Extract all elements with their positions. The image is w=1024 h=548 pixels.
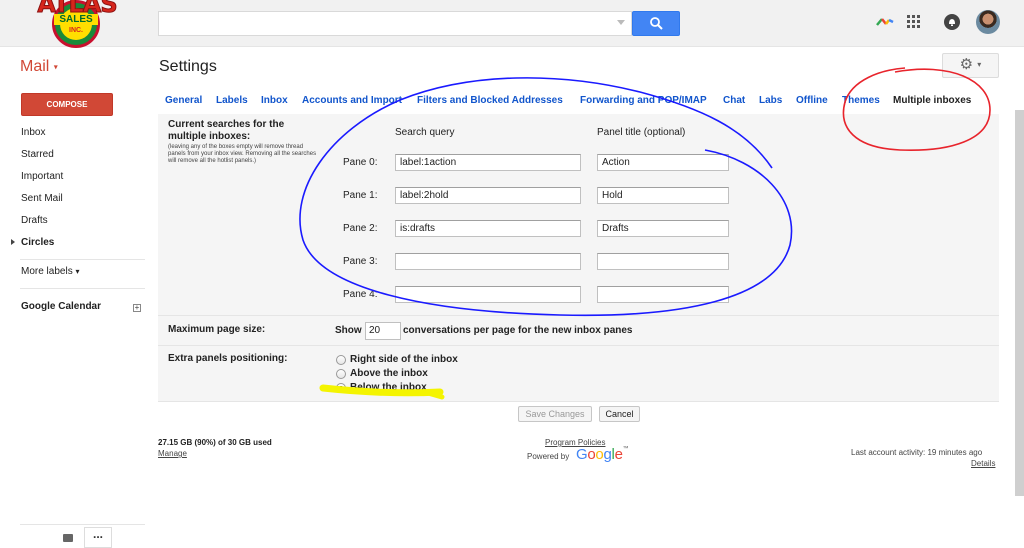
more-labels-toggle[interactable]: More labels ▾ [21,266,80,277]
pane-1-title-input[interactable]: Hold [597,187,729,204]
expand-arrow-icon[interactable] [11,239,15,245]
google-apps-logo-icon[interactable] [876,16,894,26]
pane-label: Pane 1: [343,190,378,201]
tab-chat[interactable]: Chat [723,95,745,106]
column-header-title: Panel title (optional) [597,127,686,138]
storage-usage: 27.15 GB (90%) of 30 GB used [158,438,272,447]
page-size-suffix: conversations per page for the new inbox… [403,325,633,336]
tab-labels[interactable]: Labels [216,95,248,106]
tab-accounts-and-import[interactable]: Accounts and Import [302,95,402,106]
google-logo: Google™ [576,446,629,463]
sidebar-divider [20,524,145,525]
pane-label: Pane 3: [343,256,378,267]
tab-multiple-inboxes[interactable]: Multiple inboxes [893,95,971,106]
chevron-down-icon: ▾ [75,267,80,276]
tab-themes[interactable]: Themes [842,95,880,106]
pane-3-title-input[interactable] [597,253,729,270]
section-title: Current searches for the multiple inboxe… [168,119,285,142]
pane-label: Pane 2: [343,223,378,234]
chat-icon[interactable] [63,534,73,542]
tab-offline[interactable]: Offline [796,95,828,106]
radio-label[interactable]: Above the inbox [350,368,428,379]
gear-icon: ⚙ [959,56,974,73]
search-button[interactable] [632,11,680,36]
chevron-down-icon: ▾ [977,60,982,70]
cancel-button[interactable]: Cancel [599,406,640,422]
column-header-query: Search query [395,127,455,138]
row-divider [158,345,999,346]
page-title: Settings [159,58,217,75]
atlas-sales-logo[interactable]: ATLAS SALES INC. [34,0,120,50]
sidebar-item-drafts[interactable]: Drafts [21,215,48,226]
sidebar-divider [20,288,145,289]
mail-label: Mail [20,58,50,75]
search-options-icon[interactable] [617,20,625,25]
radio-label[interactable]: Below the inbox [350,382,427,393]
row-divider [158,315,999,316]
radio-above[interactable] [336,369,346,379]
more-labels-label: More labels [21,266,73,277]
radio-right-side[interactable] [336,355,346,365]
pane-2-query-input[interactable]: is:drafts [395,220,581,237]
pane-0-title-input[interactable]: Action [597,154,729,171]
sidebar-item-starred[interactable]: Starred [21,149,54,160]
tab-filters-and-blocked-addresses[interactable]: Filters and Blocked Addresses [417,95,563,106]
powered-by-label: Powered by [527,452,570,461]
save-changes-button[interactable]: Save Changes [518,406,592,422]
pane-label: Pane 4: [343,289,378,300]
sidebar-item-circles[interactable]: Circles [21,237,54,248]
show-label: Show [335,325,362,336]
positioning-label: Extra panels positioning: [168,353,288,364]
tab-forwarding-and-pop-imap[interactable]: Forwarding and POP/IMAP [580,95,707,106]
details-link[interactable]: Details [971,459,995,468]
sidebar-item-inbox[interactable]: Inbox [21,127,45,138]
sidebar-divider [20,259,145,260]
tab-inbox[interactable]: Inbox [261,95,288,106]
more-options-icon[interactable]: ... [84,527,112,548]
radio-below[interactable] [336,383,346,393]
page-size-input[interactable]: 20 [365,322,401,340]
avatar[interactable] [976,10,1000,34]
radio-label[interactable]: Right side of the inbox [350,354,458,365]
logo-sub: SALES [54,14,98,25]
max-page-size-label: Maximum page size: [168,324,266,335]
sidebar-item-important[interactable]: Important [21,171,63,182]
logo-sub2: INC. [69,27,83,34]
notifications-icon[interactable] [944,14,960,30]
tab-labs[interactable]: Labs [759,95,782,106]
row-divider [158,401,999,402]
pane-1-query-input[interactable]: label:2hold [395,187,581,204]
pane-0-query-input[interactable]: label:1action [395,154,581,171]
apps-grid-icon[interactable] [907,15,921,29]
pane-3-query-input[interactable] [395,253,581,270]
search-input[interactable] [158,11,632,36]
manage-link[interactable]: Manage [158,449,187,458]
mail-menu[interactable]: Mail ▾ [20,58,58,76]
pane-2-title-input[interactable]: Drafts [597,220,729,237]
tab-general[interactable]: General [165,95,202,106]
chevron-down-icon: ▾ [53,62,58,72]
search-icon [650,17,663,30]
sidebar-item-sent-mail[interactable]: Sent Mail [21,193,63,204]
pane-4-title-input[interactable] [597,286,729,303]
pane-label: Pane 0: [343,157,378,168]
settings-gear-button[interactable]: ⚙ ▾ [942,53,999,78]
compose-button[interactable]: COMPOSE [21,93,113,116]
add-icon[interactable]: + [133,304,141,312]
last-activity: Last account activity: 19 minutes ago [851,448,983,457]
scrollbar[interactable] [1015,110,1024,496]
section-note: (leaving any of the boxes empty will rem… [168,144,317,164]
sidebar-item-google-calendar[interactable]: Google Calendar [21,301,101,312]
pane-4-query-input[interactable] [395,286,581,303]
